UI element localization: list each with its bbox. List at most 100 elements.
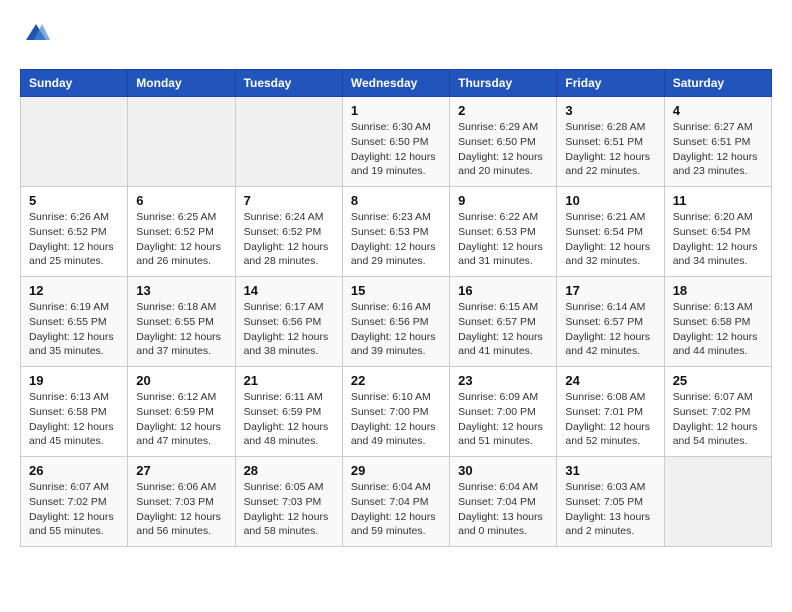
calendar-table: SundayMondayTuesdayWednesdayThursdayFrid…: [20, 69, 772, 547]
day-info: Sunrise: 6:08 AM Sunset: 7:01 PM Dayligh…: [565, 390, 655, 449]
day-number: 14: [244, 283, 334, 298]
weekday-header-row: SundayMondayTuesdayWednesdayThursdayFrid…: [21, 70, 772, 97]
day-info: Sunrise: 6:06 AM Sunset: 7:03 PM Dayligh…: [136, 480, 226, 539]
day-cell: 18 Sunrise: 6:13 AM Sunset: 6:58 PM Dayli…: [664, 277, 771, 367]
day-info: Sunrise: 6:04 AM Sunset: 7:04 PM Dayligh…: [458, 480, 548, 539]
day-cell: 15Sunrise: 6:16 AM Sunset: 6:56 PM Dayli…: [342, 277, 449, 367]
day-number: 20: [136, 373, 226, 388]
weekday-header-tuesday: Tuesday: [235, 70, 342, 97]
day-number: 13: [136, 283, 226, 298]
day-number: 4: [673, 103, 763, 118]
day-info: Sunrise: 6:13 AM Sunset: 6:58 PM Dayligh…: [29, 390, 119, 449]
day-number: 8: [351, 193, 441, 208]
day-number: 7: [244, 193, 334, 208]
logo: [20, 20, 50, 53]
week-row-4: 19 Sunrise: 6:13 AM Sunset: 6:58 PM Dayli…: [21, 367, 772, 457]
day-cell: [21, 97, 128, 187]
day-number: 24: [565, 373, 655, 388]
day-number: 29: [351, 463, 441, 478]
week-row-2: 5Sunrise: 6:26 AM Sunset: 6:52 PM Daylig…: [21, 187, 772, 277]
day-cell: 23 Sunrise: 6:09 AM Sunset: 7:00 PM Dayli…: [450, 367, 557, 457]
day-info: Sunrise: 6:11 AM Sunset: 6:59 PM Dayligh…: [244, 390, 334, 449]
day-cell: 4 Sunrise: 6:27 AM Sunset: 6:51 PM Daylig…: [664, 97, 771, 187]
day-cell: 12 Sunrise: 6:19 AM Sunset: 6:55 PM Dayli…: [21, 277, 128, 367]
day-cell: 6 Sunrise: 6:25 AM Sunset: 6:52 PM Daylig…: [128, 187, 235, 277]
day-cell: 20 Sunrise: 6:12 AM Sunset: 6:59 PM Dayli…: [128, 367, 235, 457]
day-info: Sunrise: 6:12 AM Sunset: 6:59 PM Dayligh…: [136, 390, 226, 449]
day-cell: 5Sunrise: 6:26 AM Sunset: 6:52 PM Daylig…: [21, 187, 128, 277]
day-info: Sunrise: 6:27 AM Sunset: 6:51 PM Dayligh…: [673, 120, 763, 179]
day-number: 19: [29, 373, 119, 388]
calendar-body: 1 Sunrise: 6:30 AM Sunset: 6:50 PM Daylig…: [21, 97, 772, 547]
day-number: 16: [458, 283, 548, 298]
day-cell: 13 Sunrise: 6:18 AM Sunset: 6:55 PM Dayli…: [128, 277, 235, 367]
day-number: 11: [673, 193, 763, 208]
day-cell: 2 Sunrise: 6:29 AM Sunset: 6:50 PM Daylig…: [450, 97, 557, 187]
day-info: Sunrise: 6:13 AM Sunset: 6:58 PM Dayligh…: [673, 300, 763, 359]
logo-icon: [22, 20, 50, 48]
day-cell: [235, 97, 342, 187]
day-number: 22: [351, 373, 441, 388]
day-number: 18: [673, 283, 763, 298]
day-cell: 3 Sunrise: 6:28 AM Sunset: 6:51 PM Daylig…: [557, 97, 664, 187]
day-cell: 25 Sunrise: 6:07 AM Sunset: 7:02 PM Dayli…: [664, 367, 771, 457]
day-info: Sunrise: 6:30 AM Sunset: 6:50 PM Dayligh…: [351, 120, 441, 179]
day-number: 31: [565, 463, 655, 478]
weekday-header-wednesday: Wednesday: [342, 70, 449, 97]
weekday-header-saturday: Saturday: [664, 70, 771, 97]
day-info: Sunrise: 6:29 AM Sunset: 6:50 PM Dayligh…: [458, 120, 548, 179]
day-number: 6: [136, 193, 226, 208]
day-cell: 29 Sunrise: 6:04 AM Sunset: 7:04 PM Dayli…: [342, 457, 449, 547]
day-number: 5: [29, 193, 119, 208]
day-cell: 11 Sunrise: 6:20 AM Sunset: 6:54 PM Dayli…: [664, 187, 771, 277]
day-cell: 14 Sunrise: 6:17 AM Sunset: 6:56 PM Dayli…: [235, 277, 342, 367]
day-info: Sunrise: 6:19 AM Sunset: 6:55 PM Dayligh…: [29, 300, 119, 359]
day-number: 30: [458, 463, 548, 478]
day-number: 28: [244, 463, 334, 478]
day-number: 3: [565, 103, 655, 118]
day-info: Sunrise: 6:03 AM Sunset: 7:05 PM Dayligh…: [565, 480, 655, 539]
day-info: Sunrise: 6:21 AM Sunset: 6:54 PM Dayligh…: [565, 210, 655, 269]
day-info: Sunrise: 6:24 AM Sunset: 6:52 PM Dayligh…: [244, 210, 334, 269]
day-info: Sunrise: 6:28 AM Sunset: 6:51 PM Dayligh…: [565, 120, 655, 179]
day-info: Sunrise: 6:22 AM Sunset: 6:53 PM Dayligh…: [458, 210, 548, 269]
day-cell: 22 Sunrise: 6:10 AM Sunset: 7:00 PM Dayli…: [342, 367, 449, 457]
day-cell: 27 Sunrise: 6:06 AM Sunset: 7:03 PM Dayli…: [128, 457, 235, 547]
day-number: 10: [565, 193, 655, 208]
week-row-3: 12 Sunrise: 6:19 AM Sunset: 6:55 PM Dayli…: [21, 277, 772, 367]
day-cell: 1 Sunrise: 6:30 AM Sunset: 6:50 PM Daylig…: [342, 97, 449, 187]
day-cell: 10 Sunrise: 6:21 AM Sunset: 6:54 PM Dayli…: [557, 187, 664, 277]
day-number: 23: [458, 373, 548, 388]
weekday-header-thursday: Thursday: [450, 70, 557, 97]
day-cell: 24 Sunrise: 6:08 AM Sunset: 7:01 PM Dayli…: [557, 367, 664, 457]
week-row-5: 26Sunrise: 6:07 AM Sunset: 7:02 PM Dayli…: [21, 457, 772, 547]
day-info: Sunrise: 6:18 AM Sunset: 6:55 PM Dayligh…: [136, 300, 226, 359]
day-info: Sunrise: 6:04 AM Sunset: 7:04 PM Dayligh…: [351, 480, 441, 539]
day-number: 12: [29, 283, 119, 298]
day-info: Sunrise: 6:25 AM Sunset: 6:52 PM Dayligh…: [136, 210, 226, 269]
day-number: 1: [351, 103, 441, 118]
day-number: 27: [136, 463, 226, 478]
day-cell: 17Sunrise: 6:14 AM Sunset: 6:57 PM Dayli…: [557, 277, 664, 367]
weekday-header-sunday: Sunday: [21, 70, 128, 97]
day-cell: 31 Sunrise: 6:03 AM Sunset: 7:05 PM Dayli…: [557, 457, 664, 547]
day-info: Sunrise: 6:10 AM Sunset: 7:00 PM Dayligh…: [351, 390, 441, 449]
week-row-1: 1 Sunrise: 6:30 AM Sunset: 6:50 PM Daylig…: [21, 97, 772, 187]
day-cell: [128, 97, 235, 187]
day-number: 25: [673, 373, 763, 388]
day-number: 2: [458, 103, 548, 118]
weekday-header-monday: Monday: [128, 70, 235, 97]
day-info: Sunrise: 6:17 AM Sunset: 6:56 PM Dayligh…: [244, 300, 334, 359]
day-info: Sunrise: 6:16 AM Sunset: 6:56 PM Dayligh…: [351, 300, 441, 359]
day-number: 21: [244, 373, 334, 388]
day-cell: 9Sunrise: 6:22 AM Sunset: 6:53 PM Daylig…: [450, 187, 557, 277]
day-cell: 7 Sunrise: 6:24 AM Sunset: 6:52 PM Daylig…: [235, 187, 342, 277]
day-info: Sunrise: 6:07 AM Sunset: 7:02 PM Dayligh…: [673, 390, 763, 449]
day-info: Sunrise: 6:20 AM Sunset: 6:54 PM Dayligh…: [673, 210, 763, 269]
day-info: Sunrise: 6:05 AM Sunset: 7:03 PM Dayligh…: [244, 480, 334, 539]
day-info: Sunrise: 6:09 AM Sunset: 7:00 PM Dayligh…: [458, 390, 548, 449]
day-info: Sunrise: 6:07 AM Sunset: 7:02 PM Dayligh…: [29, 480, 119, 539]
day-cell: 16Sunrise: 6:15 AM Sunset: 6:57 PM Dayli…: [450, 277, 557, 367]
day-info: Sunrise: 6:14 AM Sunset: 6:57 PM Dayligh…: [565, 300, 655, 359]
day-cell: 21 Sunrise: 6:11 AM Sunset: 6:59 PM Dayli…: [235, 367, 342, 457]
